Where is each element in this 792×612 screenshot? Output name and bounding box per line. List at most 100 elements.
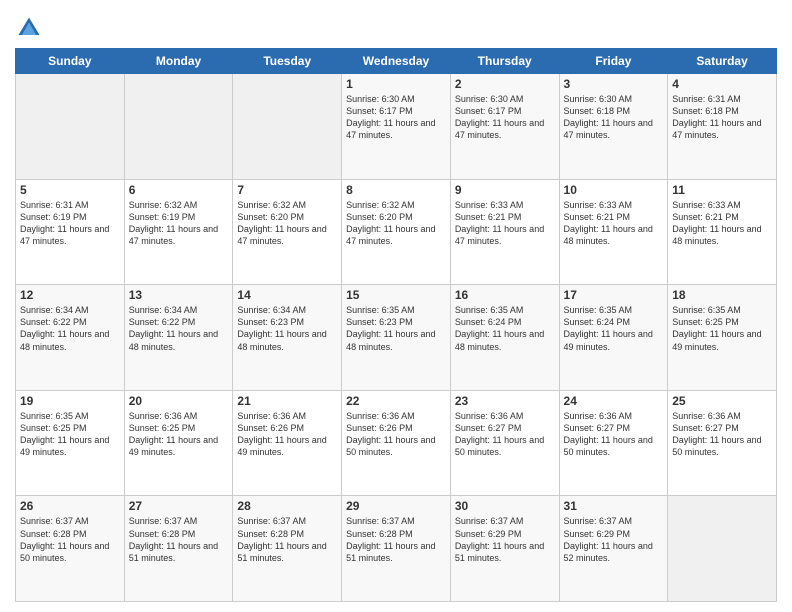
calendar-cell: 30 Sunrise: 6:37 AMSunset: 6:29 PMDayligh…	[450, 496, 559, 602]
cell-content: Sunrise: 6:36 AMSunset: 6:27 PMDaylight:…	[672, 410, 772, 459]
calendar-cell: 6Sunrise: 6:32 AMSunset: 6:19 PMDaylight…	[124, 179, 233, 285]
cell-content: Sunrise: 6:35 AMSunset: 6:24 PMDaylight:…	[455, 304, 555, 353]
day-number: 8	[346, 183, 446, 197]
cell-content: Sunrise: 6:36 AMSunset: 6:27 PMDaylight:…	[564, 410, 664, 459]
calendar-cell: 23 Sunrise: 6:36 AMSunset: 6:27 PMDayligh…	[450, 390, 559, 496]
day-header-monday: Monday	[124, 49, 233, 74]
day-number: 27	[129, 499, 229, 513]
day-number: 10	[564, 183, 664, 197]
calendar-week-1: 1 Sunrise: 6:30 AMSunset: 6:17 PMDaylight…	[16, 74, 777, 180]
day-number: 7	[237, 183, 337, 197]
cell-content: Sunrise: 6:33 AMSunset: 6:21 PMDaylight:…	[564, 199, 664, 248]
calendar-cell: 4 Sunrise: 6:31 AMSunset: 6:18 PMDaylight…	[668, 74, 777, 180]
day-number: 21	[237, 394, 337, 408]
day-number: 26	[20, 499, 120, 513]
cell-content: Sunrise: 6:35 AMSunset: 6:24 PMDaylight:…	[564, 304, 664, 353]
day-number: 5	[20, 183, 120, 197]
day-header-tuesday: Tuesday	[233, 49, 342, 74]
cell-content: Sunrise: 6:34 AMSunset: 6:23 PMDaylight:…	[237, 304, 337, 353]
calendar-cell: 20Sunrise: 6:36 AMSunset: 6:25 PMDayligh…	[124, 390, 233, 496]
day-number: 11	[672, 183, 772, 197]
cell-content: Sunrise: 6:35 AMSunset: 6:25 PMDaylight:…	[672, 304, 772, 353]
day-number: 3	[564, 77, 664, 91]
cell-content: Sunrise: 6:34 AMSunset: 6:22 PMDaylight:…	[129, 304, 229, 353]
cell-content: Sunrise: 6:37 AMSunset: 6:28 PMDaylight:…	[237, 515, 337, 564]
cell-content: Sunrise: 6:37 AMSunset: 6:28 PMDaylight:…	[20, 515, 120, 564]
cell-content: Sunrise: 6:32 AMSunset: 6:20 PMDaylight:…	[346, 199, 446, 248]
cell-content: Sunrise: 6:37 AMSunset: 6:28 PMDaylight:…	[346, 515, 446, 564]
day-number: 16	[455, 288, 555, 302]
cell-content: Sunrise: 6:35 AMSunset: 6:25 PMDaylight:…	[20, 410, 120, 459]
calendar-cell: 18Sunrise: 6:35 AMSunset: 6:25 PMDayligh…	[668, 285, 777, 391]
calendar-cell: 16 Sunrise: 6:35 AMSunset: 6:24 PMDayligh…	[450, 285, 559, 391]
day-number: 9	[455, 183, 555, 197]
day-number: 17	[564, 288, 664, 302]
cell-content: Sunrise: 6:30 AMSunset: 6:18 PMDaylight:…	[564, 93, 664, 142]
calendar-week-3: 12 Sunrise: 6:34 AMSunset: 6:22 PMDayligh…	[16, 285, 777, 391]
page: SundayMondayTuesdayWednesdayThursdayFrid…	[0, 0, 792, 612]
calendar-cell: 13 Sunrise: 6:34 AMSunset: 6:22 PMDayligh…	[124, 285, 233, 391]
cell-content: Sunrise: 6:37 AMSunset: 6:29 PMDaylight:…	[455, 515, 555, 564]
day-number: 29	[346, 499, 446, 513]
day-header-saturday: Saturday	[668, 49, 777, 74]
day-number: 30	[455, 499, 555, 513]
day-number: 23	[455, 394, 555, 408]
day-number: 14	[237, 288, 337, 302]
calendar-cell: 9 Sunrise: 6:33 AMSunset: 6:21 PMDaylight…	[450, 179, 559, 285]
cell-content: Sunrise: 6:30 AMSunset: 6:17 PMDaylight:…	[346, 93, 446, 142]
calendar-cell: 28 Sunrise: 6:37 AMSunset: 6:28 PMDayligh…	[233, 496, 342, 602]
calendar-cell: 17 Sunrise: 6:35 AMSunset: 6:24 PMDayligh…	[559, 285, 668, 391]
day-number: 6	[129, 183, 229, 197]
calendar-week-5: 26 Sunrise: 6:37 AMSunset: 6:28 PMDayligh…	[16, 496, 777, 602]
day-header-wednesday: Wednesday	[342, 49, 451, 74]
logo	[15, 14, 46, 42]
day-number: 4	[672, 77, 772, 91]
cell-content: Sunrise: 6:34 AMSunset: 6:22 PMDaylight:…	[20, 304, 120, 353]
day-number: 28	[237, 499, 337, 513]
cell-content: Sunrise: 6:30 AMSunset: 6:17 PMDaylight:…	[455, 93, 555, 142]
calendar: SundayMondayTuesdayWednesdayThursdayFrid…	[15, 48, 777, 602]
calendar-cell: 21 Sunrise: 6:36 AMSunset: 6:26 PMDayligh…	[233, 390, 342, 496]
day-number: 31	[564, 499, 664, 513]
cell-content: Sunrise: 6:35 AMSunset: 6:23 PMDaylight:…	[346, 304, 446, 353]
cell-content: Sunrise: 6:36 AMSunset: 6:26 PMDaylight:…	[346, 410, 446, 459]
cell-content: Sunrise: 6:37 AMSunset: 6:28 PMDaylight:…	[129, 515, 229, 564]
day-number: 22	[346, 394, 446, 408]
calendar-cell: 24 Sunrise: 6:36 AMSunset: 6:27 PMDayligh…	[559, 390, 668, 496]
calendar-cell: 27 Sunrise: 6:37 AMSunset: 6:28 PMDayligh…	[124, 496, 233, 602]
header	[15, 10, 777, 42]
day-number: 15	[346, 288, 446, 302]
calendar-cell: 2 Sunrise: 6:30 AMSunset: 6:17 PMDaylight…	[450, 74, 559, 180]
cell-content: Sunrise: 6:36 AMSunset: 6:27 PMDaylight:…	[455, 410, 555, 459]
calendar-cell: 11 Sunrise: 6:33 AMSunset: 6:21 PMDayligh…	[668, 179, 777, 285]
cell-content: Sunrise: 6:36 AMSunset: 6:25 PMDaylight:…	[129, 410, 229, 459]
calendar-cell	[16, 74, 125, 180]
calendar-cell: 5Sunrise: 6:31 AMSunset: 6:19 PMDaylight…	[16, 179, 125, 285]
calendar-cell: 7Sunrise: 6:32 AMSunset: 6:20 PMDaylight…	[233, 179, 342, 285]
calendar-week-4: 19 Sunrise: 6:35 AMSunset: 6:25 PMDayligh…	[16, 390, 777, 496]
cell-content: Sunrise: 6:33 AMSunset: 6:21 PMDaylight:…	[455, 199, 555, 248]
logo-icon	[15, 14, 43, 42]
day-header-thursday: Thursday	[450, 49, 559, 74]
cell-content: Sunrise: 6:36 AMSunset: 6:26 PMDaylight:…	[237, 410, 337, 459]
day-number: 24	[564, 394, 664, 408]
cell-content: Sunrise: 6:31 AMSunset: 6:18 PMDaylight:…	[672, 93, 772, 142]
calendar-cell: 19 Sunrise: 6:35 AMSunset: 6:25 PMDayligh…	[16, 390, 125, 496]
calendar-cell: 31Sunrise: 6:37 AMSunset: 6:29 PMDayligh…	[559, 496, 668, 602]
day-number: 12	[20, 288, 120, 302]
calendar-cell: 29 Sunrise: 6:37 AMSunset: 6:28 PMDayligh…	[342, 496, 451, 602]
calendar-cell	[124, 74, 233, 180]
cell-content: Sunrise: 6:33 AMSunset: 6:21 PMDaylight:…	[672, 199, 772, 248]
calendar-cell: 26 Sunrise: 6:37 AMSunset: 6:28 PMDayligh…	[16, 496, 125, 602]
day-number: 13	[129, 288, 229, 302]
calendar-header-row: SundayMondayTuesdayWednesdayThursdayFrid…	[16, 49, 777, 74]
day-number: 2	[455, 77, 555, 91]
calendar-cell: 15 Sunrise: 6:35 AMSunset: 6:23 PMDayligh…	[342, 285, 451, 391]
day-number: 19	[20, 394, 120, 408]
calendar-week-2: 5Sunrise: 6:31 AMSunset: 6:19 PMDaylight…	[16, 179, 777, 285]
day-number: 1	[346, 77, 446, 91]
calendar-cell	[668, 496, 777, 602]
calendar-cell	[233, 74, 342, 180]
calendar-cell: 1 Sunrise: 6:30 AMSunset: 6:17 PMDaylight…	[342, 74, 451, 180]
calendar-cell: 12 Sunrise: 6:34 AMSunset: 6:22 PMDayligh…	[16, 285, 125, 391]
